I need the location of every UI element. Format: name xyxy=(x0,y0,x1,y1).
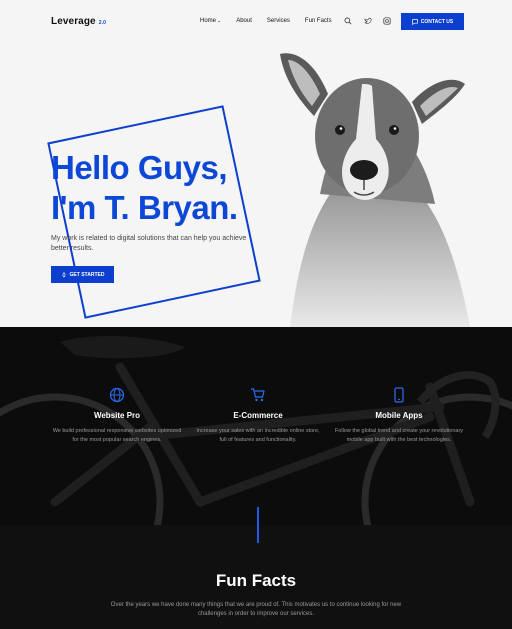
service-title: Website Pro xyxy=(93,411,141,420)
services-section: Website Pro We build professional respon… xyxy=(0,327,512,525)
logo-text: Leverage xyxy=(51,16,96,27)
get-started-label: GET STARTED xyxy=(69,271,105,278)
service-title: Mobile Apps xyxy=(375,411,423,420)
nav-item-fun-facts[interactable]: Fun Facts xyxy=(305,18,332,24)
hero-title-line-1: Hello Guys, xyxy=(51,149,228,186)
nav-item-services[interactable]: Services xyxy=(267,18,290,24)
fun-facts-section: Fun Facts Over the years we have done ma… xyxy=(0,507,512,629)
fun-facts-description: Over the years we have done many things … xyxy=(110,602,402,617)
mobile-icon xyxy=(394,387,404,403)
divider-line xyxy=(257,507,259,543)
logo-version: 2.0 xyxy=(98,20,106,26)
top-navbar: Leverage 2.0 Home⌄ About Services Fun Fac… xyxy=(0,0,512,44)
service-description: Increase your sales with an incredible o… xyxy=(196,428,320,443)
dog-photo xyxy=(280,53,470,327)
cart-icon xyxy=(251,388,265,402)
hero-title-line-2: I'm T. Bryan. xyxy=(51,189,238,226)
rocket-icon xyxy=(62,271,65,277)
service-title: E-Commerce xyxy=(233,411,283,420)
fun-facts-title: Fun Facts xyxy=(215,571,297,590)
logo[interactable]: Leverage 2.0 xyxy=(51,16,106,27)
main-menu: Home⌄ About Services Fun Facts xyxy=(200,18,347,24)
chevron-down-icon: ⌄ xyxy=(217,18,222,24)
nav-item-home[interactable]: Home⌄ xyxy=(200,18,221,24)
chat-icon xyxy=(412,18,418,25)
nav-item-home-label: Home xyxy=(200,18,217,24)
hero-title: Hello Guys, I'm T. Bryan. xyxy=(51,148,238,228)
service-e-commerce: E-Commerce Increase your sales with an i… xyxy=(193,387,323,444)
contact-us-label: CONTACT US xyxy=(420,18,454,25)
contact-us-button[interactable]: CONTACT US xyxy=(401,13,464,30)
twitter-icon[interactable] xyxy=(364,17,372,25)
instagram-icon[interactable] xyxy=(383,17,391,25)
get-started-button[interactable]: GET STARTED xyxy=(51,266,114,283)
service-website-pro: Website Pro We build professional respon… xyxy=(52,387,182,444)
service-mobile-apps: Mobile Apps Follow the global trend and … xyxy=(334,387,464,444)
hero-description: My work is related to digital solutions … xyxy=(51,235,247,252)
globe-icon xyxy=(109,387,125,403)
service-description: Follow the global trend and create your … xyxy=(334,428,464,443)
service-description: We build professional responsive website… xyxy=(52,428,182,443)
search-icon[interactable] xyxy=(344,17,352,25)
nav-item-about[interactable]: About xyxy=(236,18,252,24)
